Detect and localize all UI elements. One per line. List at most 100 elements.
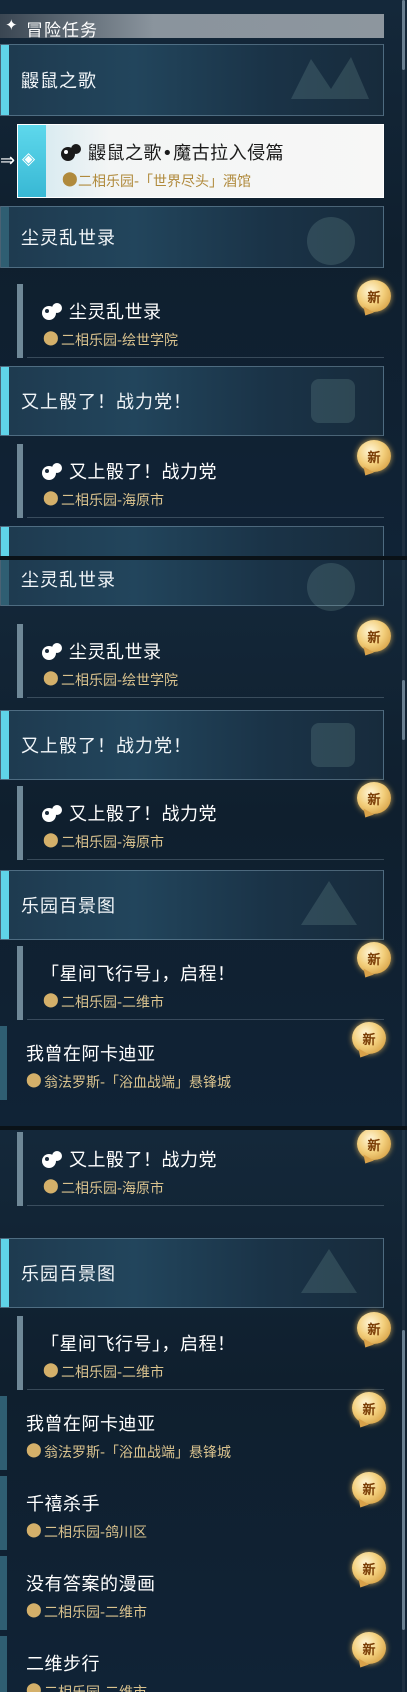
mission-icon — [42, 463, 62, 480]
divider — [27, 1389, 384, 1390]
category-title: 又上骰了！战力党！ — [21, 392, 192, 413]
category-accent-bar — [1, 1239, 9, 1307]
quest-location: 二相乐园-鸽川区 — [44, 1525, 148, 1541]
category-dice[interactable]: 又上骰了！战力党！ — [0, 710, 384, 780]
category-title: 尘灵乱世录 — [21, 228, 116, 249]
section-title: 冒险任务 — [26, 21, 98, 41]
quest-location: 二相乐园-海原市 — [61, 493, 165, 509]
new-badge: 新 — [357, 280, 391, 312]
quest-location: 二相乐园-二维市 — [61, 995, 165, 1011]
divider — [27, 697, 384, 698]
new-badge: 新 — [357, 1130, 391, 1160]
category-accent-bar — [1, 871, 9, 939]
category-title: 乐园百景图 — [21, 1264, 116, 1285]
item-accent-bar — [0, 1476, 7, 1550]
category-park-scenery[interactable]: 乐园百景图 — [0, 1238, 384, 1308]
location-pin-icon: ⬤ — [43, 832, 59, 848]
scrollbar-thumb[interactable] — [402, 680, 405, 740]
quest-item[interactable]: 尘灵乱世录 ⬤ 二相乐园-绘世学院 — [17, 284, 384, 358]
park-emblem-icon — [301, 881, 357, 925]
item-accent-bar — [17, 624, 23, 698]
category-title: 乐园百景图 — [21, 896, 116, 917]
category-accent-bar — [1, 560, 9, 605]
item-accent-bar — [17, 786, 23, 860]
new-badge: 新 — [352, 1552, 386, 1584]
new-badge: 新 — [352, 1632, 386, 1664]
quest-item[interactable]: 又上骰了！战力党 ⬤ 二相乐园-海原市 — [17, 444, 384, 518]
category-accent-bar — [1, 207, 9, 267]
category-title: 又上骰了！战力党！ — [21, 736, 192, 757]
mission-icon — [42, 643, 62, 660]
quest-title: 又上骰了！战力党 — [41, 800, 217, 826]
quest-location: 二相乐园-海原市 — [61, 835, 165, 851]
quest-item[interactable]: 又上骰了！战力党 ⬤ 二相乐园-海原市 — [17, 786, 384, 860]
quest-item[interactable]: 又上骰了！战力党 ⬤ 二相乐园-海原市 — [17, 1132, 384, 1206]
quest-title: 又上骰了！战力党 — [41, 1146, 217, 1172]
item-accent-bar — [0, 1396, 7, 1470]
category-dice[interactable]: 又上骰了！战力党！ — [0, 366, 384, 436]
scrollbar-track[interactable] — [402, 560, 405, 1126]
scrollbar-track[interactable] — [402, 0, 405, 556]
category-dust-spirit[interactable]: 尘灵乱世录 — [0, 560, 384, 611]
quest-item[interactable]: 尘灵乱世录 ⬤ 二相乐园-绘世学院 — [17, 624, 384, 698]
quest-panel-3: 又上骰了！战力党 ⬤ 二相乐园-海原市 新 乐园百景图 「星间飞行号」，启程！ … — [0, 1130, 407, 1692]
category-park-scenery[interactable]: 乐园百景图 — [0, 870, 384, 940]
quest-title: 鼹鼠之歌•魔古拉入侵篇 — [60, 139, 284, 165]
location-pin-icon: ⬤ — [43, 1178, 59, 1194]
new-badge: 新 — [357, 942, 391, 974]
scrollbar-thumb[interactable] — [402, 1330, 405, 1630]
new-badge: 新 — [352, 1022, 386, 1054]
quest-item-selected[interactable]: ◈ 鼹鼠之歌•魔古拉入侵篇 ⬤ 二相乐园-「世界尽头」酒馆 — [17, 124, 384, 198]
quest-title: 没有答案的漫画 — [26, 1574, 156, 1595]
location-pin-icon: ⬤ — [43, 1362, 59, 1378]
quest-item[interactable]: 千禧杀手 ⬤ 二相乐园-鸽川区 — [0, 1476, 384, 1550]
category-accent-bar — [1, 711, 9, 779]
category-partial[interactable] — [0, 526, 384, 556]
location-pin-icon: ⬤ — [62, 171, 78, 187]
item-accent-bar — [0, 1026, 7, 1100]
location-pin-icon: ⬤ — [26, 1442, 42, 1458]
mission-icon — [42, 303, 62, 320]
new-badge: 新 — [352, 1392, 386, 1424]
item-accent-bar — [0, 1636, 7, 1692]
category-accent-bar — [1, 367, 9, 435]
new-badge: 新 — [357, 440, 391, 472]
sparkle-diamond-icon: ✦ — [5, 16, 18, 34]
quest-title: 我曾在阿卡迪亚 — [26, 1414, 156, 1435]
location-pin-icon: ⬤ — [26, 1072, 42, 1088]
quest-item[interactable]: 二维步行 ⬤ 二相乐园-二维市 — [0, 1636, 384, 1692]
quest-title: 尘灵乱世录 — [41, 298, 162, 324]
quest-location: 翁法罗斯-「浴血战端」悬锋城 — [44, 1445, 232, 1461]
quest-panel-1: ✦ 冒险任务 鼹鼠之歌 ⇒ ◈ 鼹鼠之歌•魔古拉入侵篇 ⬤ 二相乐园-「世界尽头… — [0, 0, 407, 556]
new-badge: 新 — [357, 1312, 391, 1344]
divider — [27, 357, 384, 358]
dice-emblem-icon — [311, 379, 355, 423]
quest-title: 二维步行 — [26, 1654, 100, 1675]
item-accent-bar — [0, 1556, 7, 1630]
location-pin-icon: ⬤ — [43, 330, 59, 346]
section-header: ✦ 冒险任务 — [0, 14, 384, 41]
scrollbar-thumb[interactable] — [402, 0, 405, 70]
quest-item[interactable]: 「星间飞行号」，启程！ ⬤ 二相乐园-二维市 — [17, 946, 384, 1020]
category-title: 尘灵乱世录 — [21, 570, 116, 591]
quest-item[interactable]: 我曾在阿卡迪亚 ⬤ 翁法罗斯-「浴血战端」悬锋城 — [0, 1396, 384, 1470]
dice-emblem-icon — [311, 723, 355, 767]
quest-title: 「星间飞行号」，启程！ — [41, 964, 236, 985]
selection-arrow-icon: ⇒ — [0, 150, 16, 171]
park-emblem-icon — [301, 1249, 357, 1293]
quest-location: 二相乐园-海原市 — [61, 1181, 165, 1197]
quest-panel-2: 尘灵乱世录 尘灵乱世录 ⬤ 二相乐园-绘世学院 新 又上骰了！战力党！ 又上骰了… — [0, 560, 407, 1126]
quest-item[interactable]: 「星间飞行号」，启程！ ⬤ 二相乐园-二维市 — [17, 1316, 384, 1390]
selected-marker: ◈ — [18, 125, 46, 197]
category-accent-bar — [1, 45, 9, 115]
quest-item[interactable]: 我曾在阿卡迪亚 ⬤ 翁法罗斯-「浴血战端」悬锋城 — [0, 1026, 384, 1100]
new-badge: 新 — [352, 1472, 386, 1504]
quest-title: 尘灵乱世录 — [41, 638, 162, 664]
dust-emblem-icon — [307, 217, 355, 265]
location-pin-icon: ⬤ — [43, 490, 59, 506]
mission-icon — [42, 1151, 62, 1168]
category-mole-song[interactable]: 鼹鼠之歌 — [0, 44, 384, 116]
category-dust-spirit[interactable]: 尘灵乱世录 — [0, 206, 384, 268]
quest-location: 二相乐园-二维市 — [61, 1365, 165, 1381]
quest-item[interactable]: 没有答案的漫画 ⬤ 二相乐园-二维市 — [0, 1556, 384, 1630]
